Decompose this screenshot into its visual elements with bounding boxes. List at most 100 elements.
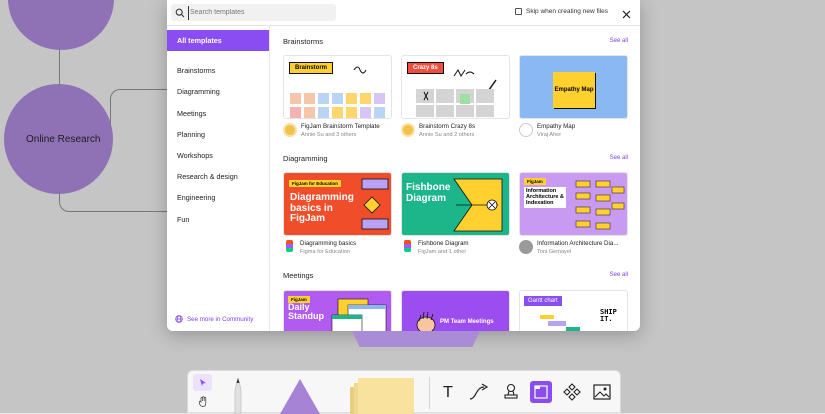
text-tool-label: T xyxy=(443,383,453,401)
template-gallery: Brainstorms See all Brainstorm FigJam Br… xyxy=(271,26,640,331)
connector-tool[interactable] xyxy=(466,381,492,403)
sidebar-item-label: Engineering xyxy=(177,193,216,203)
cursor-tool[interactable] xyxy=(193,374,212,391)
sidebar-item-label: Workshops xyxy=(177,151,213,161)
template-card[interactable]: FigJam for Education Diagramming basics … xyxy=(283,172,392,255)
components-icon xyxy=(563,383,581,401)
components-tool[interactable] xyxy=(560,381,584,403)
search-input[interactable] xyxy=(188,5,328,20)
dialog-header: Skip when creating new files xyxy=(167,0,640,26)
bottom-toolbar: T xyxy=(187,370,621,414)
template-card[interactable]: Gantt chart SHIP IT. xyxy=(519,290,628,331)
sticky-note-icon xyxy=(350,378,414,414)
template-meta: FigJam Brainstorm Template Annie Su and 3… xyxy=(283,123,392,138)
image-icon xyxy=(593,384,611,400)
section-title-brainstorms: Brainstorms xyxy=(283,37,324,46)
template-card[interactable]: FigJam Information Architecture & Indexa… xyxy=(519,172,628,255)
sticky-grid xyxy=(290,66,385,118)
ia-tree xyxy=(575,180,625,230)
sidebar-item-label: Fun xyxy=(177,214,190,224)
meeting-hand-icon xyxy=(416,311,436,331)
sidebar-item-workshops[interactable]: Workshops xyxy=(167,145,269,166)
sidebar-item-all-templates[interactable]: All templates xyxy=(167,30,269,52)
figma-logo-icon xyxy=(286,240,293,252)
triangle-shape-icon xyxy=(280,379,320,414)
template-thumbnail: Gantt chart SHIP IT. xyxy=(519,290,628,331)
search-icon xyxy=(171,4,188,21)
globe-icon xyxy=(175,315,183,323)
sidebar-item-label: Diagramming xyxy=(177,87,220,97)
gantt-bars xyxy=(540,315,580,331)
stamp-icon xyxy=(504,383,518,399)
sidebar-item-meetings[interactable]: Meetings xyxy=(167,103,269,124)
sidebar-item-brainstorms[interactable]: Brainstorms xyxy=(167,60,269,81)
community-link-label: See more in Community xyxy=(187,315,254,323)
see-all-brainstorms[interactable]: See all xyxy=(610,38,628,44)
template-card[interactable]: Brainstorm FigJam Brainstorm Template Ann… xyxy=(283,55,392,138)
template-thumbnail: FigJam for Education Diagramming basics … xyxy=(283,172,392,236)
fishbone-graphic xyxy=(453,178,503,232)
marker-tool[interactable] xyxy=(223,375,253,414)
template-name: Information Architecture Dia... xyxy=(537,240,619,247)
template-author: Viraj Aher xyxy=(537,132,562,138)
search-box[interactable] xyxy=(171,4,336,21)
template-thumbnail: FigJam Information Architecture & Indexa… xyxy=(519,172,628,236)
template-picker-dialog: Skip when creating new files All templat… xyxy=(167,0,640,331)
sidebar-item-fun[interactable]: Fun xyxy=(167,209,269,230)
toolbar-divider xyxy=(429,377,430,409)
close-icon[interactable] xyxy=(621,7,632,19)
template-thumbnail: Fishbone Diagram xyxy=(401,172,510,236)
connector-icon xyxy=(469,383,489,400)
image-tool[interactable] xyxy=(590,381,614,403)
standup-cards xyxy=(331,298,387,331)
sidebar-item-planning[interactable]: Planning xyxy=(167,124,269,145)
cursor-icon xyxy=(199,379,206,386)
author-avatar xyxy=(519,123,533,137)
template-meta: Brainstorm Crazy 8s Annie Su and 2 others xyxy=(401,123,510,138)
author-avatar xyxy=(519,240,533,254)
sidebar-item-label: All templates xyxy=(177,36,222,46)
template-card[interactable]: Fishbone Diagram Fishbone Diagram FigJam … xyxy=(401,172,510,255)
category-sidebar: All templates Brainstorms Diagramming Me… xyxy=(167,26,270,331)
template-thumbnail: FigJam Daily Standup xyxy=(283,290,392,331)
template-card[interactable]: FigJam Daily Standup xyxy=(283,290,392,331)
template-card[interactable]: PM Team Meetings xyxy=(401,290,510,331)
sidebar-item-label: Meetings xyxy=(177,108,207,118)
see-all-diagramming[interactable]: See all xyxy=(610,155,628,161)
sidebar-item-label: Research & design xyxy=(177,172,238,182)
template-author: Annie Su and 2 others xyxy=(419,132,475,138)
skip-label: Skip when creating new files xyxy=(526,8,609,15)
section-title-meetings: Meetings xyxy=(283,271,314,280)
section-icon xyxy=(534,385,548,399)
hand-tool[interactable] xyxy=(193,393,212,410)
template-name: Fishbone Diagram xyxy=(418,240,469,247)
diagram-shapes xyxy=(361,178,389,230)
sidebar-item-research-design[interactable]: Research & design xyxy=(167,166,269,187)
see-more-community-link[interactable]: See more in Community xyxy=(175,315,253,323)
template-name: Empathy Map xyxy=(537,123,576,130)
template-thumbnail: Empathy Map xyxy=(519,55,628,119)
shape-tool[interactable] xyxy=(276,377,324,414)
template-meta: Empathy Map Viraj Aher xyxy=(519,123,628,138)
section-title-diagramming: Diagramming xyxy=(283,154,328,163)
template-author: Figma for Education xyxy=(300,249,351,255)
template-thumbnail: PM Team Meetings xyxy=(401,290,510,331)
sidebar-item-label: Brainstorms xyxy=(177,66,216,76)
template-meta: Information Architecture Dia... Toni Gema… xyxy=(519,240,628,255)
template-author: FigJam and 1 other xyxy=(418,249,467,255)
template-meta: Diagramming basics Figma for Education xyxy=(283,240,392,255)
thumb-label: Empathy Map xyxy=(554,87,594,93)
sidebar-item-label: Planning xyxy=(177,129,205,139)
skip-checkbox[interactable] xyxy=(515,8,522,15)
section-tool[interactable] xyxy=(530,381,552,403)
stamp-tool[interactable] xyxy=(499,381,523,403)
text-tool[interactable]: T xyxy=(436,381,460,403)
sidebar-item-diagramming[interactable]: Diagramming xyxy=(167,81,269,102)
sidebar-item-engineering[interactable]: Engineering xyxy=(167,187,269,208)
skip-option[interactable]: Skip when creating new files xyxy=(515,8,608,15)
template-card[interactable]: Empathy Map Empathy Map Viraj Aher xyxy=(519,55,628,138)
template-card[interactable]: Crazy 8s Brainstorm Crazy 8s Annie Su and… xyxy=(401,55,510,138)
see-all-meetings[interactable]: See all xyxy=(610,272,628,278)
sticky-note-tool[interactable] xyxy=(346,377,418,414)
figma-logo-icon xyxy=(404,240,411,252)
